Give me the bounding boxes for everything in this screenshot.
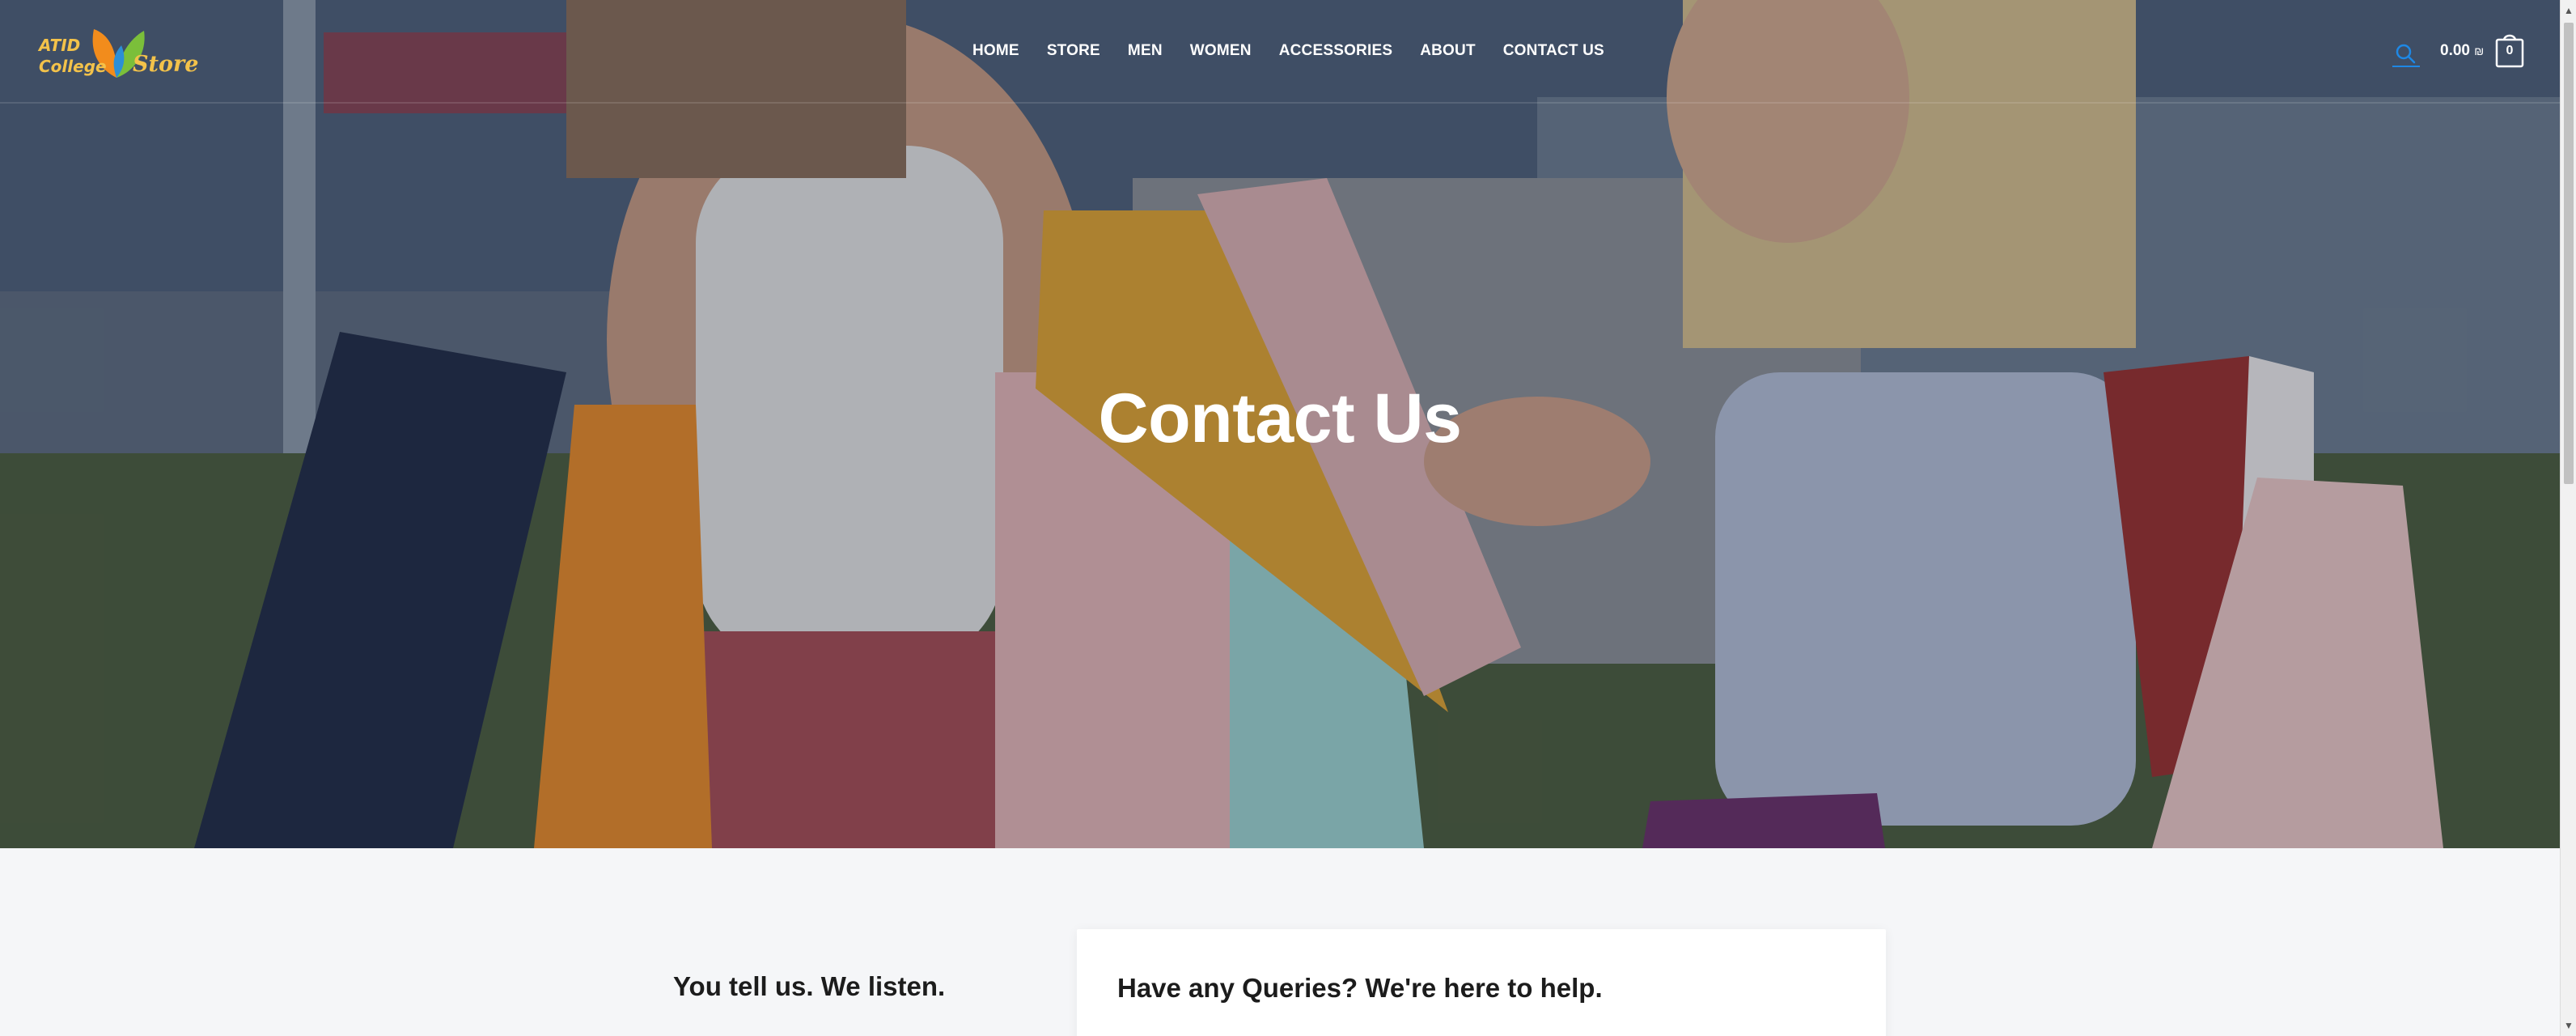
nav-home[interactable]: HOME <box>972 39 1019 63</box>
page-title: Contact Us <box>1098 380 1462 457</box>
cart-button[interactable]: 0 <box>2495 29 2524 68</box>
nav-men[interactable]: MEN <box>1128 39 1163 63</box>
hero-banner: Contact Us <box>0 0 2560 848</box>
logo-text-atid: ATID <box>39 36 81 55</box>
section-heading-listen: You tell us. We listen. <box>673 971 946 1001</box>
logo-text-store: Store <box>133 52 199 77</box>
nav-women[interactable]: WOMEN <box>1190 39 1252 63</box>
cart-currency: ₪ <box>2474 45 2485 57</box>
search-icon[interactable] <box>2392 40 2420 68</box>
main-navigation: HOME STORE MEN WOMEN ACCESSORIES ABOUT C… <box>972 39 1632 63</box>
cart-total[interactable]: 0.00 ₪ <box>2440 39 2484 63</box>
nav-about[interactable]: ABOUT <box>1420 39 1476 63</box>
nav-contact-us[interactable]: CONTACT US <box>1503 39 1604 63</box>
contact-form-card: Have any Queries? We're here to help. <box>1077 929 1886 1036</box>
logo-text-college: College <box>39 57 107 76</box>
site-header: ATID College Store HOME STORE MEN WOMEN … <box>0 0 2560 104</box>
cart-amount: 0.00 <box>2440 42 2470 59</box>
site-logo[interactable]: ATID College Store <box>37 21 199 86</box>
scroll-down-arrow-icon[interactable]: ▼ <box>2561 1017 2576 1034</box>
nav-store[interactable]: STORE <box>1047 39 1100 63</box>
page-scrollbar[interactable]: ▲ ▼ <box>2560 0 2576 1036</box>
cart-count-badge: 0 <box>2506 44 2514 57</box>
nav-accessories[interactable]: ACCESSORIES <box>1279 39 1393 63</box>
contact-card-heading: Have any Queries? We're here to help. <box>1117 973 1603 1003</box>
scrollbar-thumb[interactable] <box>2564 23 2574 484</box>
scroll-up-arrow-icon[interactable]: ▲ <box>2561 2 2576 19</box>
